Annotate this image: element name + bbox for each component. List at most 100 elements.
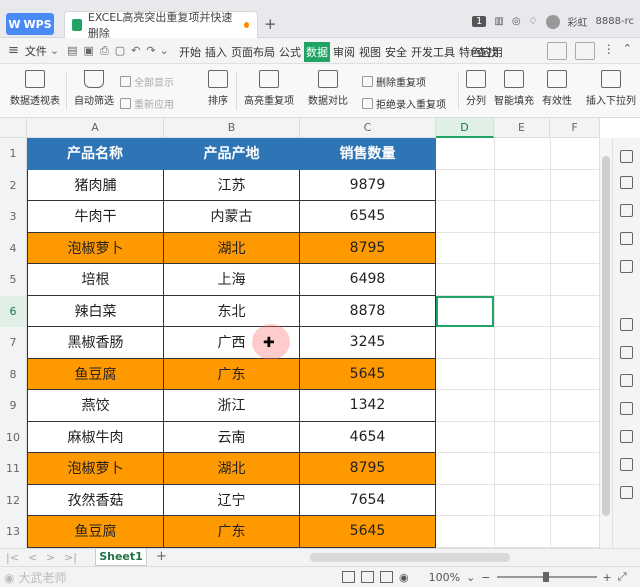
column-header-d[interactable]: D xyxy=(436,118,494,138)
select-all-corner[interactable] xyxy=(0,118,27,138)
vertical-scrollbar[interactable] xyxy=(599,138,612,548)
reapply-button[interactable]: 重新应用 xyxy=(120,96,174,111)
collaborate-icon[interactable] xyxy=(574,42,595,60)
table-cell[interactable]: 1342 xyxy=(300,390,436,422)
tab-home[interactable]: 开始 xyxy=(178,42,202,62)
table-cell[interactable]: 泡椒萝卜 xyxy=(27,453,164,485)
print-icon[interactable]: ⎙ xyxy=(100,44,109,58)
table-cell[interactable]: 湖北 xyxy=(164,453,300,485)
zoom-in-icon[interactable]: + xyxy=(603,571,612,584)
column-header-e[interactable]: E xyxy=(494,118,550,138)
help-icon[interactable] xyxy=(620,458,633,471)
next-sheet-icon[interactable]: > xyxy=(46,551,55,564)
settings-icon[interactable]: ◎ xyxy=(512,16,521,27)
table-cell[interactable]: 牛肉干 xyxy=(27,201,164,233)
settings-icon[interactable] xyxy=(620,486,633,499)
row-header-1[interactable]: 1 xyxy=(0,138,27,170)
table-cell[interactable]: 泡椒萝卜 xyxy=(27,232,164,264)
row-header-12[interactable]: 12 xyxy=(0,484,27,516)
table-header-cell[interactable]: 销售数量 xyxy=(300,138,436,170)
row-header-2[interactable]: 2 xyxy=(0,169,27,201)
more-options-icon[interactable]: ⋮ xyxy=(603,42,615,60)
row-header-10[interactable]: 10 xyxy=(0,421,27,453)
show-all-button[interactable]: 全部显示 xyxy=(120,74,174,89)
table-cell[interactable]: 4654 xyxy=(300,421,436,453)
zoom-slider-knob[interactable] xyxy=(542,572,549,582)
row-header-11[interactable]: 11 xyxy=(0,453,27,485)
menu-icon[interactable]: ≡ xyxy=(8,43,19,58)
last-sheet-icon[interactable]: >| xyxy=(64,551,77,564)
row-header-5[interactable]: 5 xyxy=(0,264,27,296)
split-column-button[interactable]: 分列 xyxy=(466,70,486,107)
table-cell[interactable]: 6545 xyxy=(300,201,436,233)
table-cell[interactable]: 鱼豆腐 xyxy=(27,358,164,390)
active-cell-d6[interactable] xyxy=(436,296,494,327)
function-icon[interactable] xyxy=(620,260,633,273)
shirt-icon[interactable]: ♢ xyxy=(529,16,538,27)
table-cell[interactable]: 麻椒牛肉 xyxy=(27,421,164,453)
page-break-icon[interactable] xyxy=(380,571,393,583)
table-cell[interactable]: 培根 xyxy=(27,264,164,296)
undo-icon[interactable]: ↶ xyxy=(131,44,140,57)
tab-insert[interactable]: 插入 xyxy=(204,42,228,62)
tab-developer[interactable]: 开发工具 xyxy=(410,42,456,62)
table-cell[interactable]: 8878 xyxy=(300,295,436,327)
delete-duplicates-button[interactable]: 删除重复项 xyxy=(362,74,426,89)
table-cell[interactable]: 辽宁 xyxy=(164,484,300,516)
table-cell[interactable]: 内蒙古 xyxy=(164,201,300,233)
sort-button[interactable]: 排序 xyxy=(208,70,228,107)
normal-view-icon[interactable] xyxy=(342,571,355,583)
tab-page-layout[interactable]: 页面布局 xyxy=(230,42,276,62)
file-menu[interactable]: 文件 xyxy=(25,43,47,59)
add-tab-button[interactable]: + xyxy=(264,15,277,33)
table-cell[interactable]: 孜然香菇 xyxy=(27,484,164,516)
highlight-duplicates-button[interactable]: 高亮重复项 xyxy=(244,70,294,107)
insert-dropdown-button[interactable]: 插入下拉列 xyxy=(586,70,636,107)
table-cell[interactable]: 3245 xyxy=(300,327,436,359)
chevron-up-icon[interactable]: ⌃ xyxy=(623,42,632,60)
first-sheet-icon[interactable]: |< xyxy=(6,551,19,564)
table-icon[interactable] xyxy=(620,232,633,245)
column-header-f[interactable]: F xyxy=(550,118,600,138)
vertical-scroll-thumb[interactable] xyxy=(602,156,610,516)
table-cell[interactable]: 黑椒香肠 xyxy=(27,327,164,359)
row-header-7[interactable]: 7 xyxy=(0,327,27,359)
table-cell[interactable]: 8795 xyxy=(300,232,436,264)
table-cell[interactable]: 上海 xyxy=(164,264,300,296)
avatar[interactable] xyxy=(545,14,560,29)
add-sheet-button[interactable]: + xyxy=(156,549,167,564)
table-header-cell[interactable]: 产品产地 xyxy=(164,138,300,170)
column-header-b[interactable]: B xyxy=(164,118,300,138)
save-icon[interactable]: ▣ xyxy=(84,44,94,57)
table-cell[interactable]: 广东 xyxy=(164,358,300,390)
data-compare-button[interactable]: 数据对比 xyxy=(308,70,348,107)
table-cell[interactable]: 广东 xyxy=(164,516,300,548)
shapes-icon[interactable] xyxy=(620,176,633,189)
select-icon[interactable] xyxy=(620,150,633,163)
chevron-down-icon[interactable]: ⌄ xyxy=(466,571,475,584)
more-icon[interactable]: ⌄ xyxy=(160,44,169,57)
wps-home-button[interactable]: W WPS xyxy=(6,13,54,35)
table-cell[interactable]: 8795 xyxy=(300,453,436,485)
page-layout-icon[interactable] xyxy=(361,571,374,583)
table-cell[interactable]: 9879 xyxy=(300,169,436,201)
row-header-13[interactable]: 13 xyxy=(0,516,27,548)
image-icon[interactable] xyxy=(620,402,633,415)
share-icon[interactable] xyxy=(546,42,567,60)
table-cell[interactable]: 7654 xyxy=(300,484,436,516)
table-cell[interactable]: 辣白菜 xyxy=(27,295,164,327)
row-header-6[interactable]: 6 xyxy=(0,295,27,327)
zoom-slider[interactable] xyxy=(496,572,597,582)
window-count-badge[interactable]: 1 xyxy=(472,16,487,27)
row-header-8[interactable]: 8 xyxy=(0,358,27,390)
table-cell[interactable]: 浙江 xyxy=(164,390,300,422)
smart-fill-button[interactable]: 智能填充 xyxy=(494,70,534,107)
horizontal-scrollbar[interactable] xyxy=(310,553,510,562)
user-name[interactable]: 彩虹 xyxy=(568,14,588,29)
table-cell[interactable]: 5645 xyxy=(300,358,436,390)
prev-sheet-icon[interactable]: < xyxy=(28,551,37,564)
table-cell[interactable]: 猪肉脯 xyxy=(27,169,164,201)
fullscreen-icon[interactable]: ⤢ xyxy=(618,570,627,584)
sheet-tab-sheet1[interactable]: Sheet1 xyxy=(95,549,147,566)
row-header-9[interactable]: 9 xyxy=(0,390,27,422)
